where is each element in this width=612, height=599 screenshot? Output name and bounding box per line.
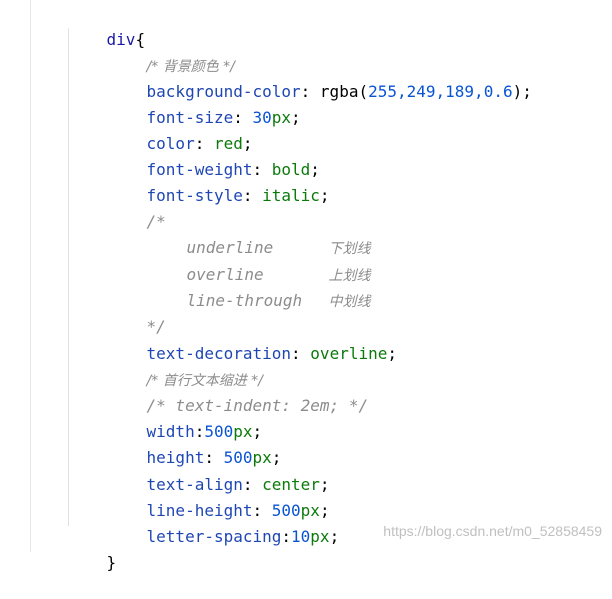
code-line-font-weight: font-weight: bold; — [146, 160, 320, 179]
keyword-value: overline — [310, 344, 388, 363]
function-name: rgba — [319, 82, 359, 101]
number-value: 30 — [252, 108, 272, 127]
code-line-background-color: background-color: rgba(255,249,189,0.6); — [146, 82, 532, 101]
code-line-block-comment-close: */ — [108, 291, 166, 336]
code-line-underline-note: 下划线 — [290, 212, 371, 257]
indent-guide — [68, 28, 69, 526]
code-line-comment-text-indent: /* text-indent: 2em; */ — [108, 370, 369, 415]
code-line-overline: overline — [148, 239, 264, 284]
code-line-height: height: 500px; — [146, 448, 282, 467]
code-line-selector: div{ — [68, 4, 146, 49]
unit: px — [271, 108, 292, 127]
comment-line-through-cn: 中划线 — [328, 294, 371, 310]
code-line-text-decoration: text-decoration: overline; — [146, 344, 397, 363]
number-value: 10 — [291, 527, 311, 546]
code-line-overline-note: 上划线 — [290, 239, 371, 284]
gutter-divider — [30, 0, 31, 552]
code-line-line-through-note: 中划线 — [290, 265, 371, 310]
code-line-color: color: red; — [146, 134, 253, 153]
comment-line-through: line-through — [186, 291, 303, 310]
code-line-block-comment-open: /* — [108, 186, 166, 231]
code-line-font-style: font-style: italic; — [146, 186, 330, 205]
keyword-value: italic — [262, 186, 320, 205]
code-editor[interactable]: div{ /* 背景颜色 */ background-color: rgba(2… — [0, 0, 612, 572]
code-line-comment-indent: /* 首行文本缩进 */ — [108, 344, 263, 389]
code-line-comment-bg: /* 背景颜色 */ — [108, 30, 235, 75]
code-line-width: width:500px; — [146, 422, 263, 441]
code-line-line-height: line-height: 500px; — [146, 501, 330, 520]
watermark: https://blog.csdn.net/m0_52858459 — [383, 523, 602, 539]
code-line-font-size: font-size: 30px; — [146, 108, 301, 127]
close-brace: } — [106, 553, 117, 572]
code-line-close-brace: } — [68, 527, 117, 572]
code-line-underline: underline — [148, 212, 274, 257]
function-args: 255,249,189,0.6 — [368, 82, 513, 101]
code-line-line-through: line-through — [148, 265, 303, 310]
code-line-letter-spacing: letter-spacing:10px; — [146, 527, 340, 546]
property-name: letter-spacing — [146, 527, 282, 546]
unit: px — [310, 527, 330, 546]
code-line-text-align: text-align: center; — [146, 475, 330, 494]
